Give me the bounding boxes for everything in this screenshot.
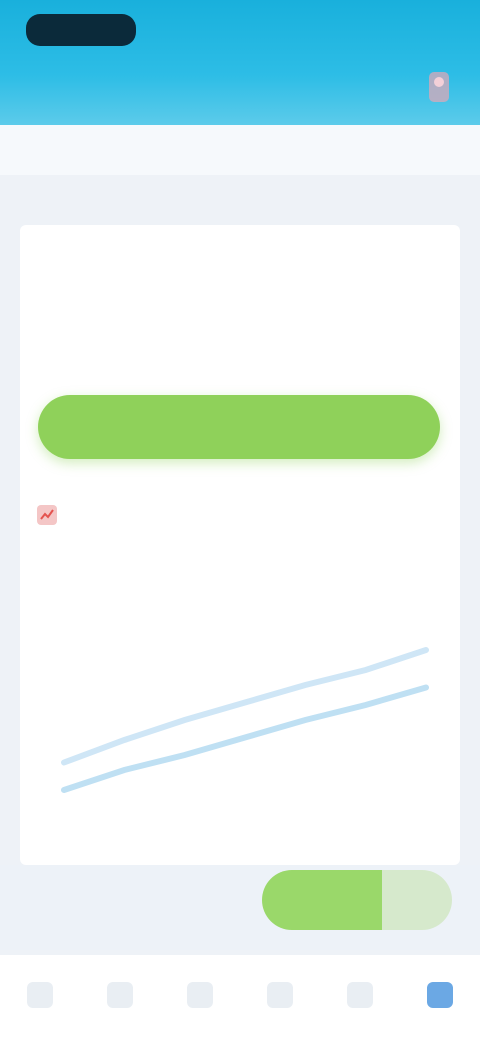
app-screen (0, 0, 480, 1040)
chart-icon (37, 505, 57, 525)
ask-side-button[interactable] (382, 870, 452, 930)
profile-icon (427, 981, 453, 1008)
bottom-nav (0, 955, 480, 1040)
nav-item-2[interactable] (85, 981, 155, 1014)
trend-header (34, 497, 446, 533)
nav-item-5[interactable] (325, 981, 395, 1014)
counter-label (185, 237, 295, 259)
trend-chart (61, 647, 429, 793)
counter-label (38, 237, 148, 259)
wallet-icon (267, 981, 293, 1008)
ticket-icon (187, 981, 213, 1008)
app-logo[interactable] (26, 14, 136, 46)
counter-1 (38, 237, 148, 303)
nav-item-1[interactable] (5, 981, 75, 1014)
home-icon (27, 981, 53, 1008)
nav-item-4[interactable] (245, 981, 315, 1014)
list-icon (107, 981, 133, 1008)
lottery-card (20, 225, 460, 865)
nav-item-6[interactable] (405, 981, 475, 1014)
counter-3 (332, 237, 442, 303)
buy-button[interactable] (38, 395, 440, 459)
ticker-strip (0, 125, 480, 175)
header-bar (0, 0, 480, 125)
message-icon (347, 981, 373, 1008)
user-icon[interactable] (426, 70, 452, 104)
ask-button[interactable] (262, 870, 382, 930)
counter-label (332, 237, 442, 259)
nav-item-3[interactable] (165, 981, 235, 1014)
countdown-row (20, 237, 460, 303)
counter-2 (185, 237, 295, 303)
